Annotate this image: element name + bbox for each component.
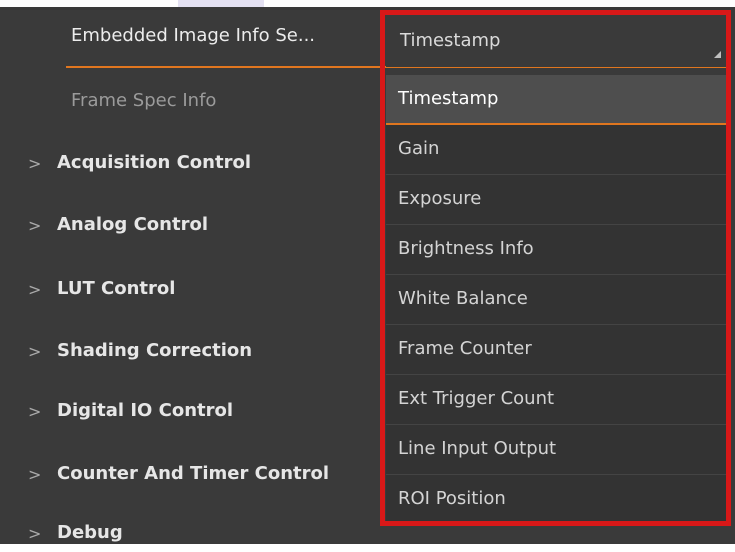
category-label: Counter And Timer Control <box>57 463 330 484</box>
embedded-image-info-label: Embedded Image Info Se... <box>71 25 316 46</box>
chevron-right-icon[interactable]: > <box>28 154 41 173</box>
chevron-right-icon[interactable]: > <box>28 524 41 543</box>
category-label: Shading Correction <box>57 340 253 361</box>
category-label: Debug <box>57 522 123 543</box>
category-analog-control[interactable]: > Analog Control <box>0 210 380 244</box>
category-shading-correction[interactable]: > Shading Correction <box>0 336 380 370</box>
chevron-right-icon[interactable]: > <box>28 216 41 235</box>
category-acquisition-control[interactable]: > Acquisition Control <box>0 148 380 182</box>
category-debug[interactable]: > Debug <box>0 518 380 552</box>
category-digital-io-control[interactable]: > Digital IO Control <box>0 396 380 430</box>
category-counter-and-timer-control[interactable]: > Counter And Timer Control <box>0 459 380 493</box>
chevron-right-icon[interactable]: > <box>28 280 41 299</box>
category-label: LUT Control <box>57 278 176 299</box>
frame-spec-info-label: Frame Spec Info <box>71 90 217 111</box>
red-highlight-frame <box>380 10 731 526</box>
embedded-image-info-row[interactable]: Embedded Image Info Se... <box>0 7 726 68</box>
chevron-right-icon[interactable]: > <box>28 402 41 421</box>
top-accent-strip <box>178 0 264 7</box>
category-lut-control[interactable]: > LUT Control <box>0 274 380 308</box>
chevron-right-icon[interactable]: > <box>28 465 41 484</box>
chevron-right-icon[interactable]: > <box>28 342 41 361</box>
category-label: Digital IO Control <box>57 400 234 421</box>
category-label: Analog Control <box>57 214 208 235</box>
category-label: Acquisition Control <box>57 152 251 173</box>
